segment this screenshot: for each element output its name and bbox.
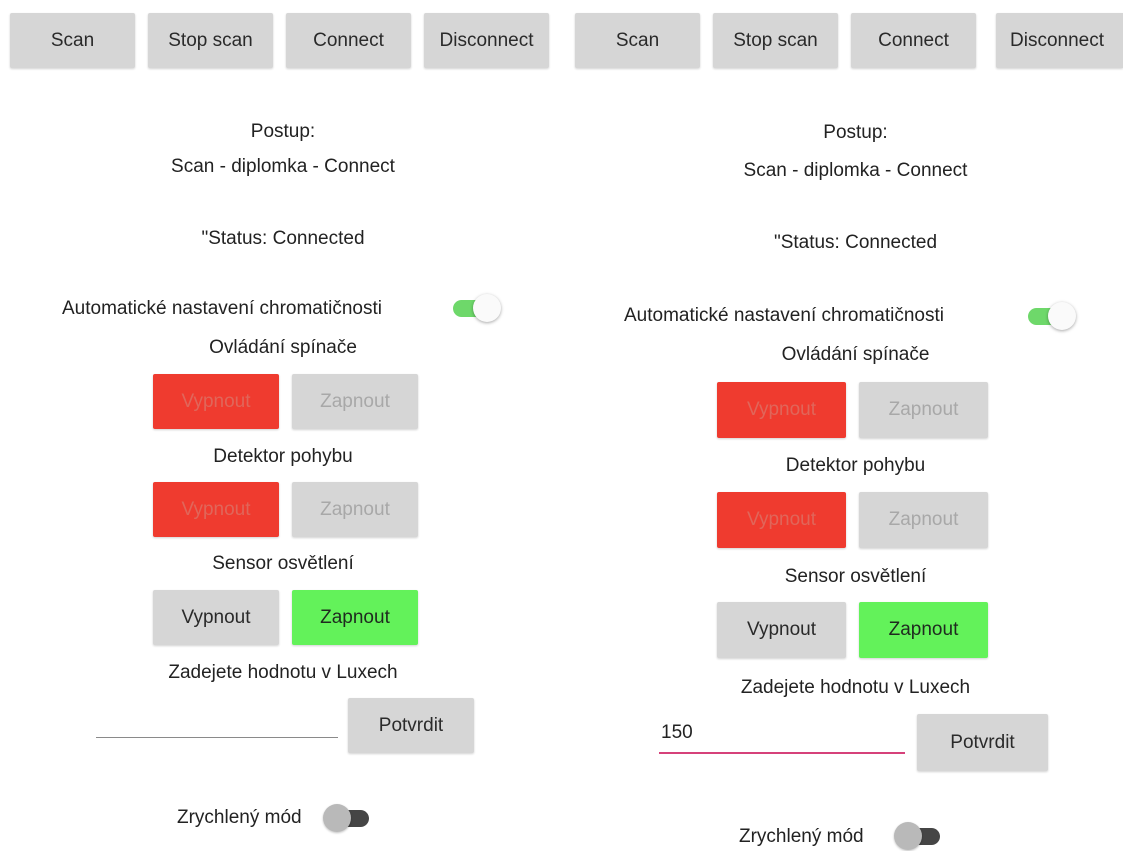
switch-on-button[interactable]: Zapnout [859, 382, 988, 438]
connect-button[interactable]: Connect [286, 13, 411, 68]
confirm-lux-button[interactable]: Potvrdit [348, 698, 474, 753]
motion-detector-title: Detektor pohybu [213, 446, 353, 467]
light-sensor-title: Sensor osvětlení [784, 566, 927, 587]
confirm-lux-button[interactable]: Potvrdit [917, 714, 1048, 771]
motion-off-button[interactable]: Vypnout [153, 482, 279, 537]
procedure-steps: Scan - diplomka - Connect [171, 156, 395, 177]
light-off-button[interactable]: Vypnout [153, 590, 279, 645]
light-sensor-title: Sensor osvětlení [212, 553, 354, 574]
procedure-label: Postup: [823, 122, 888, 143]
auto-chroma-label: Automatické nastavení chromatičnosti [624, 305, 944, 326]
app-screen-right: Scan Stop scan Connect Disconnect Postup… [562, 0, 1123, 850]
switch-off-button[interactable]: Vypnout [717, 382, 846, 438]
auto-chroma-toggle[interactable] [1026, 301, 1076, 331]
scan-button[interactable]: Scan [10, 13, 135, 68]
status-text: "Status: Connected [201, 228, 365, 249]
auto-chroma-label: Automatické nastavení chromatičnosti [62, 298, 382, 319]
lux-input-label: Zadejete hodnotu v Luxech [740, 677, 971, 698]
procedure-steps: Scan - diplomka - Connect [743, 160, 968, 181]
lux-input-value: 150 [661, 722, 693, 743]
light-on-button[interactable]: Zapnout [859, 602, 988, 658]
motion-off-button[interactable]: Vypnout [717, 492, 846, 548]
motion-on-button[interactable]: Zapnout [859, 492, 988, 548]
light-on-button[interactable]: Zapnout [292, 590, 418, 645]
lux-input[interactable] [96, 706, 338, 738]
stop-scan-button[interactable]: Stop scan [713, 13, 838, 68]
disconnect-button[interactable]: Disconnect [424, 13, 549, 68]
disconnect-button[interactable]: Disconnect [996, 13, 1123, 68]
fast-mode-label: Zrychlený mód [177, 807, 302, 828]
lux-input[interactable]: 150 [659, 722, 905, 754]
procedure-label: Postup: [250, 121, 316, 142]
lux-input-label: Zadejete hodnotu v Luxech [168, 662, 398, 683]
scan-button[interactable]: Scan [575, 13, 700, 68]
light-off-button[interactable]: Vypnout [717, 602, 846, 658]
fast-mode-toggle[interactable] [323, 803, 373, 833]
app-screen-left: Scan Stop scan Connect Disconnect Postup… [0, 0, 561, 845]
stop-scan-button[interactable]: Stop scan [148, 13, 273, 68]
switch-control-title: Ovládání spínače [781, 344, 930, 365]
motion-detector-title: Detektor pohybu [785, 455, 926, 476]
auto-chroma-toggle[interactable] [451, 293, 501, 323]
switch-off-button[interactable]: Vypnout [153, 374, 279, 429]
switch-on-button[interactable]: Zapnout [292, 374, 418, 429]
switch-control-title: Ovládání spínače [209, 337, 357, 358]
status-text: "Status: Connected [773, 232, 938, 253]
motion-on-button[interactable]: Zapnout [292, 482, 418, 537]
connect-button[interactable]: Connect [851, 13, 976, 68]
fast-mode-toggle[interactable] [894, 821, 944, 851]
